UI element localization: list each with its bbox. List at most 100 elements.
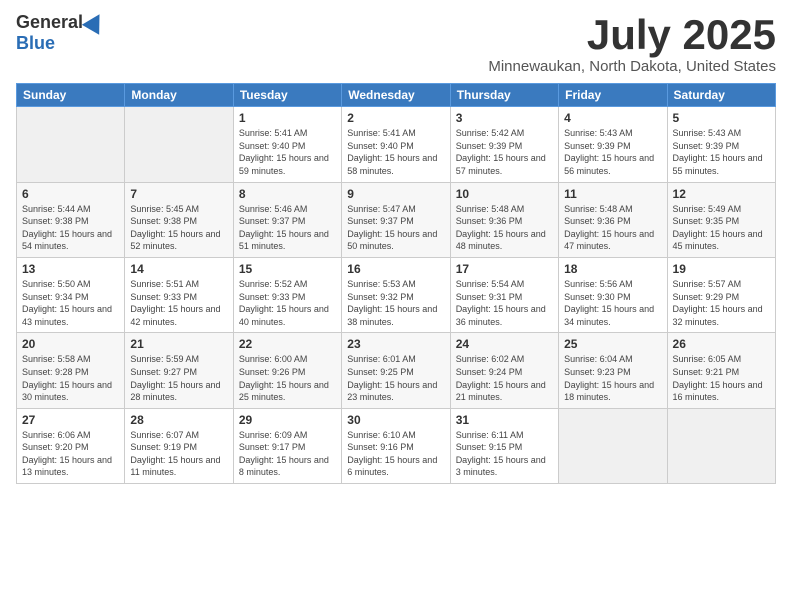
day-number: 8 — [239, 187, 336, 201]
table-row: 12Sunrise: 5:49 AM Sunset: 9:35 PM Dayli… — [667, 182, 775, 257]
table-row: 19Sunrise: 5:57 AM Sunset: 9:29 PM Dayli… — [667, 257, 775, 332]
day-number: 22 — [239, 337, 336, 351]
table-row: 3 Sunrise: 5:42 AM Sunset: 9:39 PM Daylig… — [450, 107, 558, 182]
day-info: Sunrise: 6:07 AM Sunset: 9:19 PM Dayligh… — [130, 429, 227, 479]
logo-general-text: General — [16, 12, 83, 33]
day-info: Sunrise: 5:53 AM Sunset: 9:32 PM Dayligh… — [347, 278, 444, 328]
title-block: July 2025 Minnewaukan, North Dakota, Uni… — [488, 12, 776, 75]
day-number: 31 — [456, 413, 553, 427]
day-info: Sunrise: 6:06 AM Sunset: 9:20 PM Dayligh… — [22, 429, 119, 479]
month-title: July 2025 — [488, 12, 776, 58]
day-number: 28 — [130, 413, 227, 427]
day-info: Sunrise: 5:43 AM Sunset: 9:39 PM Dayligh… — [673, 127, 770, 177]
day-number: 18 — [564, 262, 661, 276]
day-number: 11 — [564, 187, 661, 201]
day-number: 1 — [239, 111, 336, 125]
day-info: Sunrise: 5:50 AM Sunset: 9:34 PM Dayligh… — [22, 278, 119, 328]
table-row: 25 Sunrise: 6:04 AM Sunset: 9:23 PM Dayli… — [559, 333, 667, 408]
logo-triangle-icon — [82, 9, 108, 35]
table-row: 17 Sunrise: 5:54 AM Sunset: 9:31 PM Dayli… — [450, 257, 558, 332]
day-info: Sunrise: 6:09 AM Sunset: 9:17 PM Dayligh… — [239, 429, 336, 479]
table-row: 24 Sunrise: 6:02 AM Sunset: 9:24 PM Dayli… — [450, 333, 558, 408]
table-row: 18 Sunrise: 5:56 AM Sunset: 9:30 PM Dayli… — [559, 257, 667, 332]
day-number: 19 — [673, 262, 770, 276]
day-info: Sunrise: 6:10 AM Sunset: 9:16 PM Dayligh… — [347, 429, 444, 479]
day-info: Sunrise: 6:11 AM Sunset: 9:15 PM Dayligh… — [456, 429, 553, 479]
day-number: 6 — [22, 187, 119, 201]
table-row: 15Sunrise: 5:52 AM Sunset: 9:33 PM Dayli… — [233, 257, 341, 332]
day-number: 16 — [347, 262, 444, 276]
day-info: Sunrise: 5:47 AM Sunset: 9:37 PM Dayligh… — [347, 203, 444, 253]
table-row: 29 Sunrise: 6:09 AM Sunset: 9:17 PM Dayli… — [233, 408, 341, 483]
table-row: 13 Sunrise: 5:50 AM Sunset: 9:34 PM Dayli… — [17, 257, 125, 332]
location-title: Minnewaukan, North Dakota, United States — [488, 58, 776, 75]
day-number: 13 — [22, 262, 119, 276]
col-header-friday: Friday — [559, 84, 667, 107]
day-info: Sunrise: 6:00 AM Sunset: 9:26 PM Dayligh… — [239, 353, 336, 403]
day-info: Sunrise: 5:42 AM Sunset: 9:39 PM Dayligh… — [456, 127, 553, 177]
day-info: Sunrise: 6:01 AM Sunset: 9:25 PM Dayligh… — [347, 353, 444, 403]
header: General Blue July 2025 Minnewaukan, Nort… — [16, 12, 776, 75]
col-header-sunday: Sunday — [17, 84, 125, 107]
calendar-week-row: 13 Sunrise: 5:50 AM Sunset: 9:34 PM Dayli… — [17, 257, 776, 332]
table-row: 10 Sunrise: 5:48 AM Sunset: 9:36 PM Dayli… — [450, 182, 558, 257]
table-row: 21 Sunrise: 5:59 AM Sunset: 9:27 PM Dayli… — [125, 333, 233, 408]
logo-blue-text: Blue — [16, 33, 55, 54]
table-row: 1 Sunrise: 5:41 AM Sunset: 9:40 PM Daylig… — [233, 107, 341, 182]
table-row: 31 Sunrise: 6:11 AM Sunset: 9:15 PM Dayli… — [450, 408, 558, 483]
day-info: Sunrise: 5:43 AM Sunset: 9:39 PM Dayligh… — [564, 127, 661, 177]
day-info: Sunrise: 5:48 AM Sunset: 9:36 PM Dayligh… — [564, 203, 661, 253]
calendar-week-row: 6 Sunrise: 5:44 AM Sunset: 9:38 PM Daylig… — [17, 182, 776, 257]
col-header-saturday: Saturday — [667, 84, 775, 107]
page: General Blue July 2025 Minnewaukan, Nort… — [0, 0, 792, 612]
day-info: Sunrise: 5:52 AM Sunset: 9:33 PM Dayligh… — [239, 278, 336, 328]
table-row: 16 Sunrise: 5:53 AM Sunset: 9:32 PM Dayli… — [342, 257, 450, 332]
day-number: 5 — [673, 111, 770, 125]
day-number: 30 — [347, 413, 444, 427]
table-row: 9Sunrise: 5:47 AM Sunset: 9:37 PM Daylig… — [342, 182, 450, 257]
day-number: 2 — [347, 111, 444, 125]
day-info: Sunrise: 6:04 AM Sunset: 9:23 PM Dayligh… — [564, 353, 661, 403]
day-number: 29 — [239, 413, 336, 427]
day-number: 23 — [347, 337, 444, 351]
day-info: Sunrise: 5:56 AM Sunset: 9:30 PM Dayligh… — [564, 278, 661, 328]
day-number: 21 — [130, 337, 227, 351]
col-header-thursday: Thursday — [450, 84, 558, 107]
calendar-table: Sunday Monday Tuesday Wednesday Thursday… — [16, 83, 776, 484]
table-row: 4 Sunrise: 5:43 AM Sunset: 9:39 PM Daylig… — [559, 107, 667, 182]
col-header-monday: Monday — [125, 84, 233, 107]
table-row: 27 Sunrise: 6:06 AM Sunset: 9:20 PM Dayli… — [17, 408, 125, 483]
day-info: Sunrise: 6:02 AM Sunset: 9:24 PM Dayligh… — [456, 353, 553, 403]
day-number: 12 — [673, 187, 770, 201]
day-number: 3 — [456, 111, 553, 125]
day-number: 10 — [456, 187, 553, 201]
day-number: 24 — [456, 337, 553, 351]
day-info: Sunrise: 5:41 AM Sunset: 9:40 PM Dayligh… — [239, 127, 336, 177]
day-number: 17 — [456, 262, 553, 276]
day-number: 14 — [130, 262, 227, 276]
logo: General Blue — [16, 12, 105, 54]
table-row: 20Sunrise: 5:58 AM Sunset: 9:28 PM Dayli… — [17, 333, 125, 408]
day-info: Sunrise: 5:59 AM Sunset: 9:27 PM Dayligh… — [130, 353, 227, 403]
day-number: 25 — [564, 337, 661, 351]
day-info: Sunrise: 5:46 AM Sunset: 9:37 PM Dayligh… — [239, 203, 336, 253]
day-info: Sunrise: 5:45 AM Sunset: 9:38 PM Dayligh… — [130, 203, 227, 253]
day-info: Sunrise: 6:05 AM Sunset: 9:21 PM Dayligh… — [673, 353, 770, 403]
table-row — [667, 408, 775, 483]
table-row: 7Sunrise: 5:45 AM Sunset: 9:38 PM Daylig… — [125, 182, 233, 257]
day-number: 27 — [22, 413, 119, 427]
table-row: 26 Sunrise: 6:05 AM Sunset: 9:21 PM Dayli… — [667, 333, 775, 408]
day-info: Sunrise: 5:41 AM Sunset: 9:40 PM Dayligh… — [347, 127, 444, 177]
table-row: 5 Sunrise: 5:43 AM Sunset: 9:39 PM Daylig… — [667, 107, 775, 182]
table-row: 6 Sunrise: 5:44 AM Sunset: 9:38 PM Daylig… — [17, 182, 125, 257]
day-number: 20 — [22, 337, 119, 351]
col-header-tuesday: Tuesday — [233, 84, 341, 107]
calendar-header-row: Sunday Monday Tuesday Wednesday Thursday… — [17, 84, 776, 107]
day-number: 4 — [564, 111, 661, 125]
day-info: Sunrise: 5:44 AM Sunset: 9:38 PM Dayligh… — [22, 203, 119, 253]
day-number: 26 — [673, 337, 770, 351]
day-info: Sunrise: 5:54 AM Sunset: 9:31 PM Dayligh… — [456, 278, 553, 328]
table-row: 8 Sunrise: 5:46 AM Sunset: 9:37 PM Daylig… — [233, 182, 341, 257]
calendar-week-row: 1 Sunrise: 5:41 AM Sunset: 9:40 PM Daylig… — [17, 107, 776, 182]
day-info: Sunrise: 5:48 AM Sunset: 9:36 PM Dayligh… — [456, 203, 553, 253]
